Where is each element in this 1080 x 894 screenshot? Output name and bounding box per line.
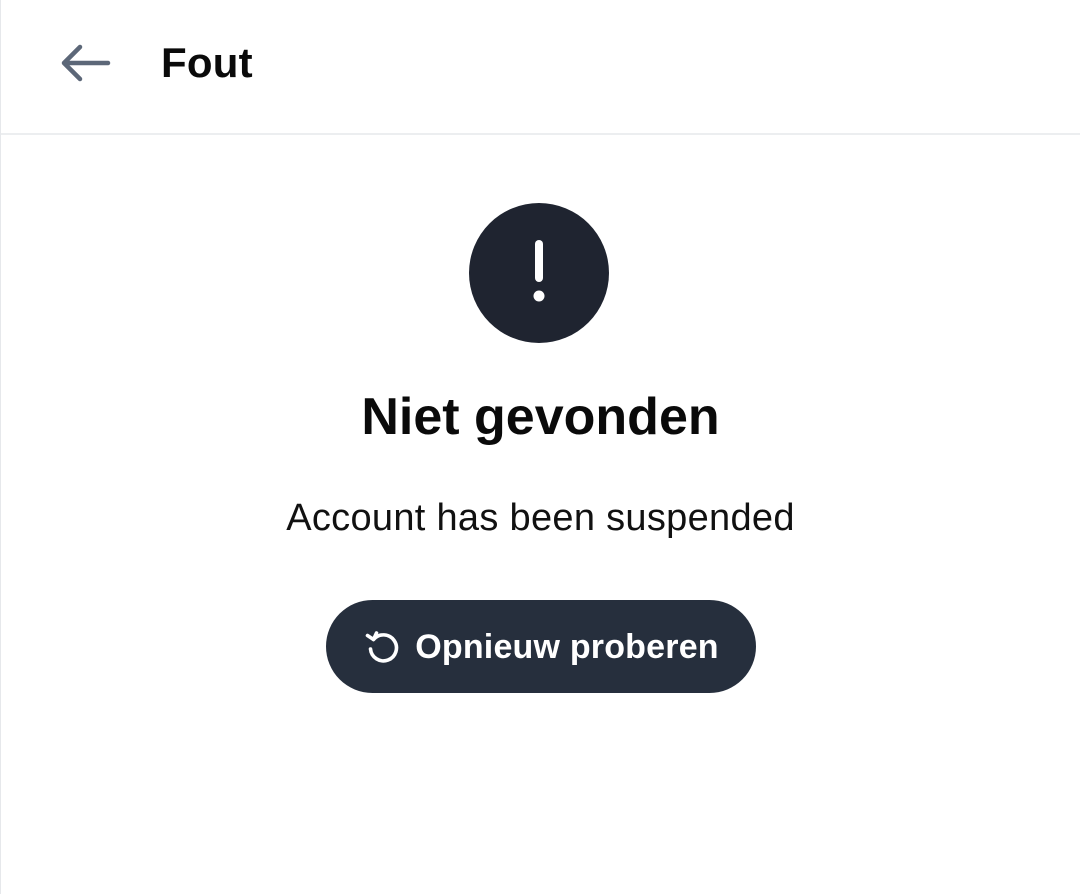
error-screen: Fout Niet gevonden Account has been susp… [0, 0, 1080, 894]
exclamation-icon [533, 240, 545, 302]
retry-button[interactable]: Opnieuw proberen [326, 600, 756, 693]
page-title: Fout [161, 39, 253, 86]
refresh-icon [363, 627, 403, 667]
back-button[interactable] [51, 36, 117, 90]
error-heading: Niet gevonden [361, 388, 720, 446]
arrow-left-icon [61, 44, 111, 82]
retry-button-label: Opnieuw proberen [415, 627, 719, 666]
error-icon-circle [469, 203, 609, 343]
error-message: Account has been suspended [286, 497, 795, 539]
app-header: Fout [1, 0, 1080, 135]
